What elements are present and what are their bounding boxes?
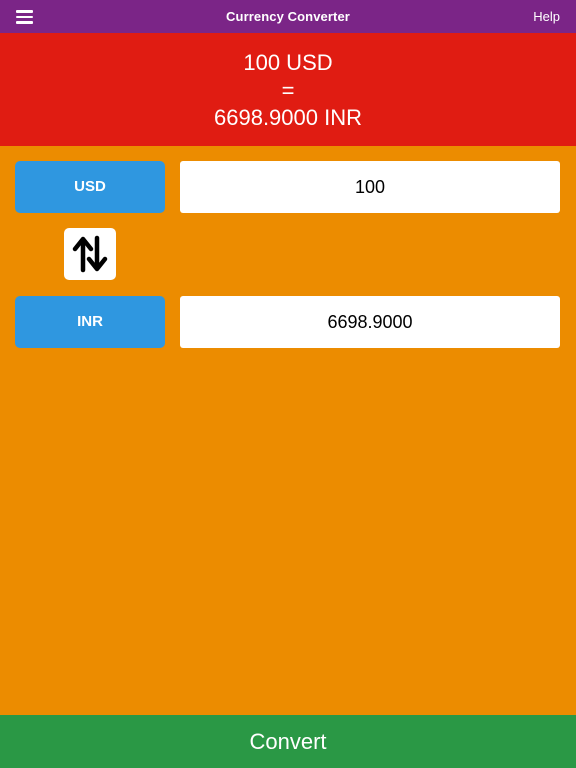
swap-currencies-button[interactable]	[64, 228, 116, 280]
conversion-result-banner: 100 USD = 6698.9000 INR	[0, 33, 576, 146]
from-amount-input[interactable]: 100	[180, 161, 560, 213]
to-currency-button[interactable]: INR	[15, 296, 165, 348]
from-currency-button[interactable]: USD	[15, 161, 165, 213]
result-to-text: 6698.9000 INR	[214, 105, 362, 130]
swap-vertical-arrows-icon	[72, 235, 108, 273]
navigation-bar: Currency Converter Help	[0, 0, 576, 33]
page-title: Currency Converter	[226, 9, 350, 24]
help-button[interactable]: Help	[533, 0, 560, 33]
convert-button[interactable]: Convert	[0, 715, 576, 768]
result-equals-sign: =	[281, 78, 295, 103]
result-from-text: 100 USD	[243, 50, 333, 75]
to-amount-field[interactable]: 6698.9000	[180, 296, 560, 348]
